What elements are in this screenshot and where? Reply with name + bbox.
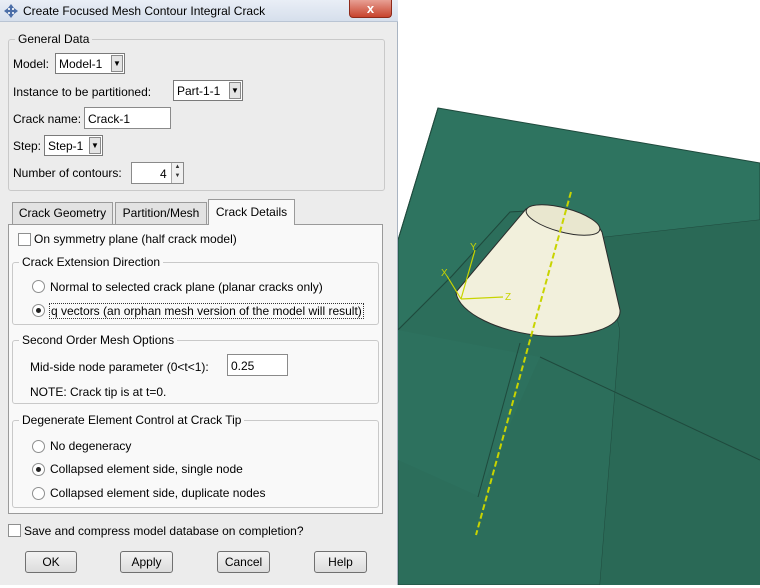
collapsed-single-label: Collapsed element side, single node xyxy=(50,462,243,476)
instance-label: Instance to be partitioned: xyxy=(13,85,152,99)
triad-z-label: Z xyxy=(505,292,511,303)
crack-name-value: Crack-1 xyxy=(88,112,131,126)
midside-value: 0.25 xyxy=(231,359,255,373)
degenerate-group: Degenerate Element Control at Crack Tip … xyxy=(12,413,379,508)
model-value: Model-1 xyxy=(59,57,103,71)
normal-plane-radio[interactable] xyxy=(32,280,45,293)
model-render: Y Z X xyxy=(397,107,760,586)
q-vectors-label: q vectors (an orphan mesh version of the… xyxy=(49,303,364,319)
contours-value: 4 xyxy=(160,167,167,181)
model-viewport[interactable]: Y Z X xyxy=(397,0,760,586)
save-compress-label: Save and compress model database on comp… xyxy=(24,524,304,538)
step-label: Step: xyxy=(13,139,42,153)
general-data-title: General Data xyxy=(15,32,93,46)
step-value: Step-1 xyxy=(48,139,84,153)
crack-extension-title: Crack Extension Direction xyxy=(19,255,164,269)
second-order-group: Second Order Mesh Options Mid-side node … xyxy=(12,333,379,404)
close-button[interactable]: x xyxy=(349,0,392,18)
symmetry-label: On symmetry plane (half crack model) xyxy=(34,232,237,246)
help-button[interactable]: Help xyxy=(314,551,367,573)
second-order-title: Second Order Mesh Options xyxy=(19,333,178,347)
cube-right-face xyxy=(598,220,760,585)
crack-name-field[interactable]: Crack-1 xyxy=(84,107,171,129)
chevron-down-icon[interactable]: ▼ xyxy=(89,137,101,154)
focused-mesh-crack-dialog: Create Focused Mesh Contour Integral Cra… xyxy=(0,0,398,585)
normal-plane-label: Normal to selected crack plane (planar c… xyxy=(50,280,323,294)
triad-x-label: X xyxy=(441,268,448,279)
crack-name-label: Crack name: xyxy=(13,112,82,126)
model-label: Model: xyxy=(13,57,50,71)
q-vectors-radio[interactable] xyxy=(32,304,45,317)
ok-button[interactable]: OK xyxy=(25,551,77,573)
no-degeneracy-radio[interactable] xyxy=(32,440,45,453)
crack-tip-note: NOTE: Crack tip is at t=0. xyxy=(30,385,167,399)
tab-crack-geometry[interactable]: Crack Geometry xyxy=(12,202,113,224)
contours-label: Number of contours: xyxy=(13,166,122,180)
midside-field[interactable]: 0.25 xyxy=(227,354,288,376)
collapsed-duplicate-label: Collapsed element side, duplicate nodes xyxy=(50,486,266,500)
tab-crack-details[interactable]: Crack Details xyxy=(208,199,295,225)
triad-y-label: Y xyxy=(470,242,477,253)
instance-select[interactable]: Part-1-1 ▼ xyxy=(173,80,243,101)
title-bar[interactable]: Create Focused Mesh Contour Integral Cra… xyxy=(0,0,398,22)
move-arrows-icon xyxy=(4,4,18,18)
window-title: Create Focused Mesh Contour Integral Cra… xyxy=(23,4,266,18)
instance-value: Part-1-1 xyxy=(177,84,221,98)
model-select[interactable]: Model-1 ▼ xyxy=(55,53,125,74)
no-degeneracy-label: No degeneracy xyxy=(50,439,132,453)
contours-stepper[interactable]: 4 ▲ ▼ xyxy=(131,162,184,184)
crack-details-panel: On symmetry plane (half crack model) Cra… xyxy=(8,224,383,514)
chevron-down-icon[interactable]: ▼ xyxy=(229,82,241,99)
cancel-button[interactable]: Cancel xyxy=(217,551,270,573)
midside-label: Mid-side node parameter (0<t<1): xyxy=(30,360,209,374)
step-select[interactable]: Step-1 ▼ xyxy=(44,135,103,156)
chevron-down-icon[interactable]: ▼ xyxy=(111,55,123,72)
collapsed-duplicate-radio[interactable] xyxy=(32,487,45,500)
tab-partition-mesh[interactable]: Partition/Mesh xyxy=(115,202,207,224)
crack-extension-group: Crack Extension Direction Normal to sele… xyxy=(12,255,379,325)
apply-button[interactable]: Apply xyxy=(120,551,173,573)
save-compress-checkbox[interactable] xyxy=(8,524,21,537)
degenerate-title: Degenerate Element Control at Crack Tip xyxy=(19,413,245,427)
symmetry-checkbox[interactable] xyxy=(18,233,31,246)
collapsed-single-radio[interactable] xyxy=(32,463,45,476)
spin-arrows-icon[interactable]: ▲ ▼ xyxy=(171,163,183,183)
